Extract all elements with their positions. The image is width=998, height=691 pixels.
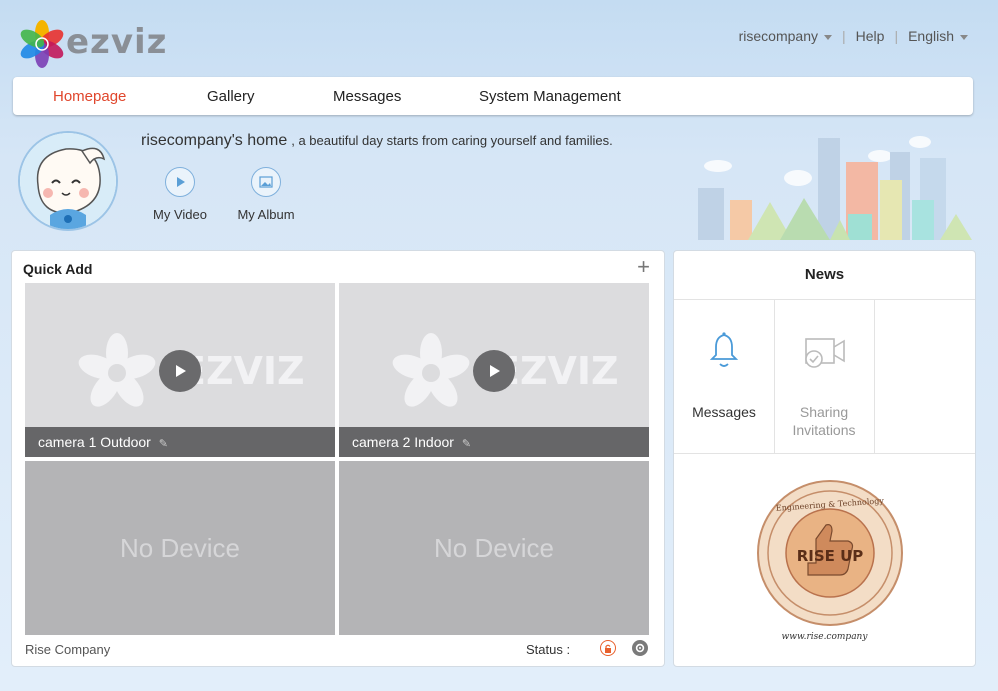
camera-tile-1[interactable]: EZVIZ camera 1 Outdoor ✎ [25, 283, 335, 457]
nav-homepage[interactable]: Homepage [53, 88, 126, 105]
my-album-label: My Album [237, 207, 295, 222]
messages-label: Messages [692, 404, 756, 420]
no-device-label: No Device [120, 532, 240, 563]
ezviz-watermark-icon [78, 333, 156, 407]
edit-pencil-icon[interactable]: ✎ [462, 438, 471, 450]
camera-tile-2[interactable]: EZVIZ camera 2 Indoor ✎ [339, 283, 649, 457]
add-device-button[interactable]: + [637, 254, 650, 280]
badge-main-text: RISE UP [797, 547, 864, 565]
bell-icon [709, 332, 739, 367]
nav-system-management[interactable]: System Management [479, 88, 621, 105]
language-label: English [908, 28, 954, 44]
gear-icon[interactable] [632, 640, 648, 656]
news-sharing-invitations[interactable]: Sharing Invitations [774, 299, 875, 453]
baby-avatar-icon [20, 133, 116, 229]
nav-gallery[interactable]: Gallery [207, 88, 255, 105]
camera-name: camera 1 Outdoor [38, 434, 151, 450]
empty-slot-1[interactable]: No Device [25, 461, 335, 635]
news-title: News [674, 251, 975, 300]
ezviz-watermark-icon [392, 333, 470, 407]
logo-wordmark: ezviz [66, 22, 168, 62]
city-skyline-illustration [698, 136, 972, 240]
play-icon [176, 365, 186, 377]
home-title-line: risecompany's home, a beautiful day star… [141, 132, 613, 150]
edit-pencil-icon[interactable]: ✎ [159, 438, 168, 450]
chevron-down-icon [960, 34, 968, 40]
quick-add-title: Quick Add [23, 261, 93, 277]
quick-add-panel: Quick Add + EZVIZ camera 1 Outdoor ✎ EZV… [11, 250, 665, 667]
top-right-menu: risecompany | Help | English [739, 28, 968, 44]
home-title: risecompany's home [141, 132, 288, 149]
status-label: Status : [526, 642, 571, 657]
no-device-label: No Device [434, 532, 554, 563]
my-video-label: My Video [153, 207, 207, 222]
image-icon [251, 167, 281, 197]
camera-name: camera 2 Indoor [352, 434, 454, 450]
user-name: risecompany [738, 28, 818, 44]
group-name: Rise Company [25, 642, 111, 657]
nav-messages[interactable]: Messages [333, 88, 401, 105]
news-panel: News Messages Sharing Invitations Engine… [673, 250, 976, 667]
divider [674, 453, 975, 454]
play-circle-icon [165, 167, 195, 197]
my-album-shortcut[interactable]: My Album [234, 167, 298, 222]
avatar[interactable] [18, 131, 118, 231]
play-icon [490, 365, 500, 377]
sharing-invitations-label: Sharing Invitations [792, 404, 856, 438]
play-button[interactable] [473, 350, 515, 392]
camera-name-bar[interactable]: camera 2 Indoor ✎ [339, 427, 649, 457]
divider: | [842, 28, 846, 44]
camera-name-bar[interactable]: camera 1 Outdoor ✎ [25, 427, 335, 457]
home-subtitle: , a beautiful day starts from caring you… [291, 133, 613, 148]
my-video-shortcut[interactable]: My Video [150, 167, 210, 222]
chevron-down-icon [824, 34, 832, 40]
language-select[interactable]: English [908, 28, 968, 44]
help-link[interactable]: Help [856, 28, 885, 44]
play-button[interactable] [159, 350, 201, 392]
news-empty-cell [874, 299, 974, 453]
divider: | [894, 28, 899, 44]
ad-url[interactable]: www.rise.company [674, 632, 975, 642]
main-nav: Homepage Gallery Messages System Managem… [13, 77, 973, 115]
share-camera-icon [805, 338, 845, 368]
news-messages[interactable]: Messages [674, 299, 775, 453]
user-menu[interactable]: risecompany [739, 28, 832, 44]
lock-status-icon[interactable] [600, 640, 616, 656]
rise-up-badge-logo[interactable]: Engineering & Technology RISE UP [756, 479, 904, 627]
empty-slot-2[interactable]: No Device [339, 461, 649, 635]
